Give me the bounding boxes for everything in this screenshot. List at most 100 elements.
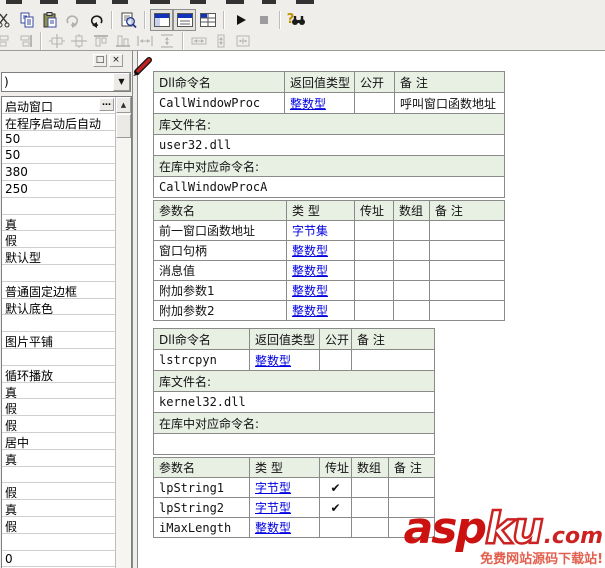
byref-cell[interactable] [354, 220, 394, 241]
type-link[interactable]: 整数型 [255, 521, 291, 535]
type-link[interactable]: 整数型 [292, 284, 328, 298]
property-row[interactable]: 假 [2, 399, 115, 417]
type-link[interactable]: 整数型 [292, 244, 328, 258]
lib-file-name-cell[interactable]: user32.dll [153, 134, 505, 156]
array-cell[interactable] [393, 300, 430, 321]
property-row[interactable] [2, 198, 115, 215]
property-row[interactable]: 默认型 [2, 248, 115, 265]
type-link[interactable]: 字节型 [255, 481, 291, 495]
remark-cell[interactable] [429, 240, 505, 261]
property-row[interactable]: 图片平铺 [2, 332, 115, 349]
param-type-cell[interactable]: 整数型 [286, 240, 355, 261]
type-link[interactable]: 整数型 [292, 264, 328, 278]
property-row[interactable]: 真 [2, 500, 115, 517]
byref-cell[interactable] [354, 240, 394, 261]
restore-window-icon[interactable]: □ [93, 54, 107, 67]
ellipsis-button[interactable]: … [99, 98, 114, 111]
byref-cell[interactable] [319, 517, 352, 538]
param-name-cell[interactable]: lpString1 [153, 477, 250, 498]
help-find-icon[interactable]: ? [285, 9, 308, 31]
property-row[interactable] [2, 467, 115, 484]
copy-icon[interactable] [15, 9, 38, 31]
array-cell[interactable] [351, 497, 389, 518]
array-cell[interactable] [393, 260, 430, 281]
same-height-icon[interactable] [210, 33, 232, 50]
align-tops-icon[interactable] [90, 33, 112, 50]
param-name-cell[interactable]: 附加参数2 [153, 300, 287, 321]
space-across-icon[interactable] [134, 33, 156, 50]
redo-icon[interactable] [61, 9, 84, 31]
param-name-cell[interactable]: iMaxLength [153, 517, 250, 538]
remark-cell[interactable] [429, 260, 505, 281]
remark-cell[interactable] [388, 517, 435, 538]
param-name-cell[interactable]: lpString2 [153, 497, 250, 518]
property-row[interactable]: 居中 [2, 433, 115, 450]
remark-cell[interactable] [388, 477, 435, 498]
scroll-up-icon[interactable]: ▲ [116, 97, 131, 113]
property-row[interactable]: 假 [2, 416, 115, 433]
type-link[interactable]: 整数型 [255, 354, 291, 368]
type-link[interactable]: 整数型 [292, 304, 328, 318]
same-size-icon[interactable] [232, 33, 254, 50]
param-name-cell[interactable]: 消息值 [153, 260, 287, 281]
param-name-cell[interactable]: 附加参数1 [153, 280, 287, 301]
property-row[interactable]: 真 [2, 215, 115, 232]
space-down-icon[interactable] [156, 33, 178, 50]
property-row[interactable]: 真 [2, 450, 115, 467]
array-cell[interactable] [351, 517, 389, 538]
remark-cell[interactable]: 呼叫窗口函数地址 [394, 92, 505, 114]
command-name-cell[interactable]: CallWindowProc [153, 92, 285, 114]
array-cell[interactable] [393, 240, 430, 261]
byref-cell[interactable] [354, 280, 394, 301]
view-form-icon[interactable] [150, 8, 173, 31]
property-row[interactable]: 在程序启动后自动 [2, 114, 115, 131]
remark-cell[interactable] [429, 300, 505, 321]
same-width-icon[interactable] [188, 33, 210, 50]
find-in-document-icon[interactable] [117, 9, 140, 31]
remark-cell[interactable] [388, 497, 435, 518]
property-row[interactable]: 假 [2, 231, 115, 249]
property-row[interactable]: 启动窗口 … [2, 97, 115, 114]
scrollbar-thumb[interactable] [116, 114, 131, 138]
close-window-icon[interactable]: × [109, 54, 123, 67]
property-row[interactable] [2, 534, 115, 551]
type-link[interactable]: 整数型 [290, 97, 326, 111]
remark-cell[interactable] [351, 349, 435, 371]
view-code-icon[interactable] [173, 8, 196, 31]
property-row[interactable] [2, 315, 115, 333]
byref-check-icon[interactable]: ✔ [319, 497, 352, 518]
return-type-cell[interactable]: 整数型 [284, 92, 355, 114]
remark-cell[interactable] [429, 280, 505, 301]
param-type-cell[interactable]: 字节集 [286, 220, 355, 241]
paste-icon[interactable] [38, 9, 61, 31]
property-row[interactable]: 假 [2, 517, 115, 534]
view-table-icon[interactable] [196, 9, 219, 31]
object-selector-combobox[interactable]: ) ▼ [1, 72, 131, 92]
param-type-cell[interactable]: 整数型 [286, 300, 355, 321]
align-right-edges-icon[interactable] [14, 33, 36, 50]
property-row[interactable]: 假 [2, 483, 115, 501]
stop-icon[interactable] [252, 9, 275, 31]
property-row[interactable]: 循环播放 [2, 366, 115, 383]
param-type-cell[interactable]: 字节型 [249, 497, 320, 518]
property-row[interactable]: 0 [2, 551, 115, 568]
center-horizontal-icon[interactable] [46, 33, 68, 50]
property-row[interactable]: 真 [2, 383, 115, 400]
param-type-cell[interactable]: 整数型 [286, 280, 355, 301]
return-type-cell[interactable]: 整数型 [249, 349, 320, 371]
type-link[interactable]: 字节型 [255, 501, 291, 515]
byref-cell[interactable] [354, 260, 394, 281]
property-grid-scrollbar[interactable]: ▲ [115, 97, 131, 568]
lib-file-name-cell[interactable]: kernel32.dll [153, 391, 435, 413]
property-row[interactable] [2, 349, 115, 366]
remark-cell[interactable] [429, 220, 505, 241]
array-cell[interactable] [393, 220, 430, 241]
center-vertical-icon[interactable] [68, 33, 90, 50]
property-row[interactable]: 普通固定边框 [2, 282, 115, 299]
array-cell[interactable] [393, 280, 430, 301]
property-row[interactable]: 50 [2, 147, 115, 165]
byref-cell[interactable] [354, 300, 394, 321]
alias-cell[interactable]: CallWindowProcA [153, 176, 505, 198]
array-cell[interactable] [351, 477, 389, 498]
command-name-cell[interactable]: lstrcpyn [153, 349, 250, 371]
